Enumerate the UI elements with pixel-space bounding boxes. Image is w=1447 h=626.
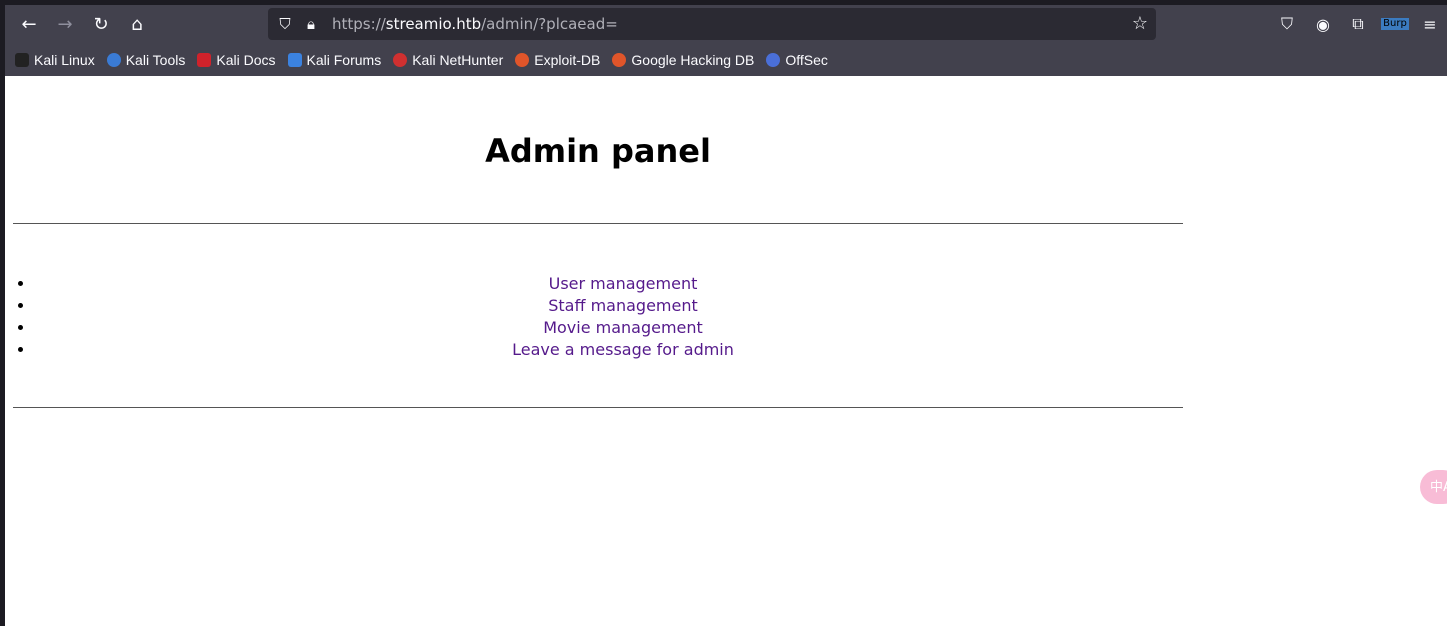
bookmark-offsec[interactable]: OffSec <box>766 52 828 68</box>
bookmark-label: Kali Tools <box>125 51 186 68</box>
extensions-icon[interactable]: ⧉ <box>1343 9 1373 39</box>
translate-button[interactable]: 中A <box>1420 470 1447 504</box>
pocket-icon[interactable]: ⛉ <box>1272 9 1302 39</box>
home-button[interactable]: ⌂ <box>119 9 155 39</box>
burp-label: Burp <box>1381 18 1409 30</box>
admin-content: Admin panel User management Staff manage… <box>13 76 1183 408</box>
kali-forums-icon <box>287 52 302 67</box>
bookmark-kali-linux[interactable]: Kali Linux <box>15 52 95 68</box>
ghdb-bug-icon <box>612 52 627 67</box>
nethunter-icon <box>393 52 408 67</box>
translate-icon: 中A <box>1430 480 1447 495</box>
page-title: Admin panel <box>485 132 711 170</box>
forward-button[interactable]: → <box>47 9 83 39</box>
bookmark-label: Kali Linux <box>34 51 95 68</box>
reload-button[interactable]: ↻ <box>83 9 119 39</box>
list-item: Movie management <box>35 317 1183 339</box>
divider-bottom <box>13 407 1183 408</box>
bookmark-label: Kali Docs <box>216 51 276 68</box>
movie-management-link[interactable]: Movie management <box>543 318 703 337</box>
lock-warning-icon[interactable]: 🔒︎ <box>298 15 324 33</box>
list-item: Staff management <box>35 295 1183 317</box>
account-icon[interactable]: ◉ <box>1308 9 1338 39</box>
staff-management-link[interactable]: Staff management <box>548 296 698 315</box>
bookmark-kali-forums[interactable]: Kali Forums <box>287 51 382 68</box>
user-management-link[interactable]: User management <box>549 274 698 293</box>
leave-message-link[interactable]: Leave a message for admin <box>512 340 734 359</box>
bookmark-star-icon[interactable]: ☆ <box>1132 13 1148 34</box>
bookmark-label: Kali NetHunter <box>412 51 504 68</box>
burp-extension-button[interactable]: Burp <box>1380 9 1410 39</box>
bookmarks-bar: Kali Linux Kali Tools Kali Docs Kali For… <box>5 43 1447 76</box>
admin-menu-list: User management Staff management Movie m… <box>13 273 1183 361</box>
browser-toolbar: ← → ↻ ⌂ ⛉ 🔒︎ https://streamio.htb/admin/… <box>5 5 1447 43</box>
menu-icon[interactable]: ≡ <box>1415 9 1445 39</box>
bookmark-label: Exploit-DB <box>534 51 601 68</box>
exploit-db-bug-icon <box>515 52 530 67</box>
bookmark-google-hacking-db[interactable]: Google Hacking DB <box>612 52 754 68</box>
back-button[interactable]: ← <box>11 9 47 39</box>
bookmark-kali-tools[interactable]: Kali Tools <box>106 51 186 68</box>
bookmark-exploit-db[interactable]: Exploit-DB <box>515 52 600 68</box>
bookmark-label: OffSec <box>785 51 828 68</box>
url-scheme: https:// <box>332 15 386 33</box>
kali-docs-icon <box>197 52 212 67</box>
bookmark-label: Kali Forums <box>306 51 382 68</box>
page-viewport: Admin panel User management Staff manage… <box>5 76 1447 626</box>
bookmark-kali-nethunter[interactable]: Kali NetHunter <box>393 52 503 68</box>
bookmark-kali-docs[interactable]: Kali Docs <box>197 51 276 68</box>
url-path: /admin/?plcaead= <box>481 15 618 33</box>
bookmark-label: Google Hacking DB <box>631 51 755 68</box>
offsec-icon <box>766 52 781 67</box>
list-item: Leave a message for admin <box>35 339 1183 361</box>
url-bar[interactable]: ⛉ 🔒︎ https://streamio.htb/admin/?plcaead… <box>268 8 1156 40</box>
divider-top <box>13 223 1183 224</box>
kali-dragon-icon <box>15 52 29 67</box>
shield-icon[interactable]: ⛉ <box>272 15 298 33</box>
url-host: streamio.htb <box>385 15 482 33</box>
list-item: User management <box>35 273 1183 295</box>
url-text[interactable]: https://streamio.htb/admin/?plcaead= <box>332 15 618 33</box>
kali-tools-icon <box>106 52 121 67</box>
